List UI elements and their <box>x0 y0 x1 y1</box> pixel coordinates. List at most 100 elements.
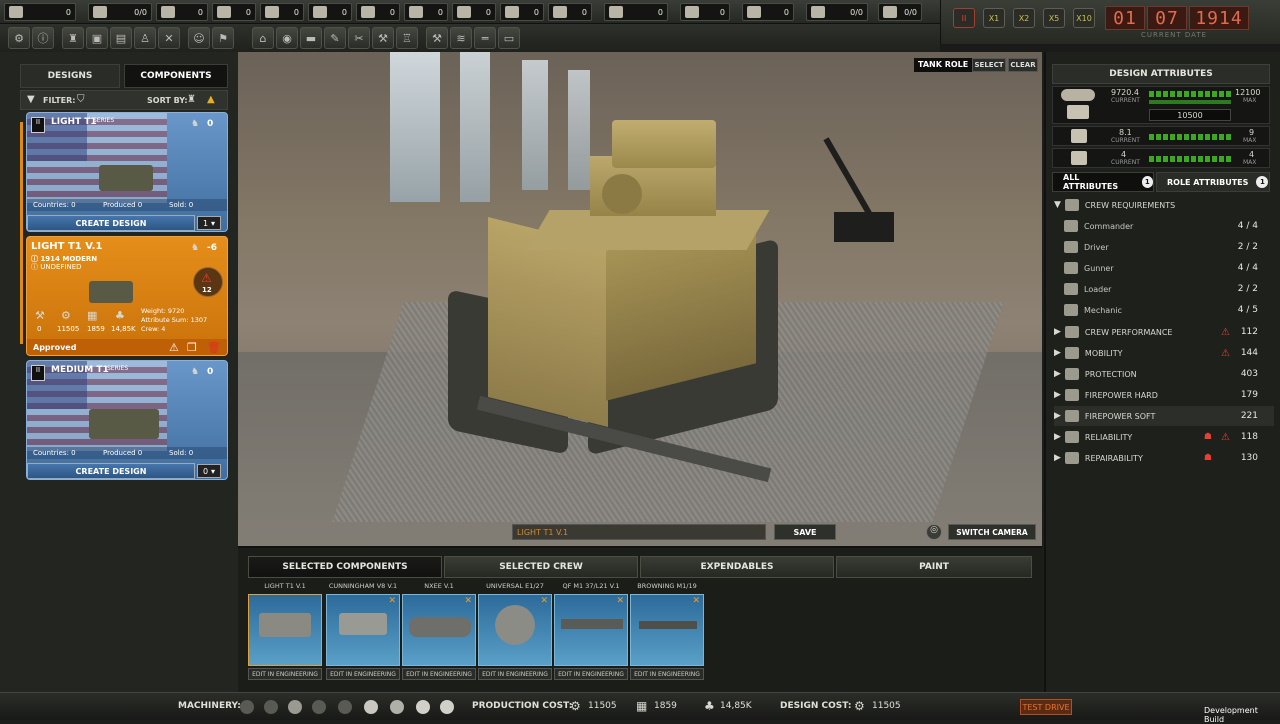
attribute-row-mobility[interactable]: ▶ MOBILITY ⚠ 144 <box>1054 343 1274 363</box>
row-value: 144 <box>1240 348 1258 358</box>
people-button[interactable]: ☺ <box>188 27 210 49</box>
warning-icon: ⚠ <box>1221 347 1230 359</box>
flag-button[interactable]: ⚑ <box>212 27 234 49</box>
layers-button[interactable]: ≋ <box>450 27 472 49</box>
speed-x2-button[interactable]: X2 <box>1013 8 1035 28</box>
factory-icon: ⌂ <box>259 31 267 45</box>
tools-button[interactable]: ✂ <box>348 27 370 49</box>
factory-tool-button[interactable]: ⌂ <box>252 27 274 49</box>
edit-in-engineering-button[interactable]: EDIT IN ENGINEERING <box>554 668 628 680</box>
hammer-button[interactable]: ⚒ <box>426 27 448 49</box>
edit-in-engineering-button[interactable]: EDIT IN ENGINEERING <box>478 668 552 680</box>
test-drive-button[interactable]: TEST DRIVE <box>1020 699 1072 715</box>
soldier-button[interactable]: ♙ <box>134 27 156 49</box>
footer-bar: MACHINERY: PRODUCTION COST: ⚙ 11505 ▦ 18… <box>0 692 1280 724</box>
collapse-triangle-icon[interactable]: ▼ <box>27 94 35 105</box>
info-button[interactable]: ⓘ <box>32 27 54 49</box>
attribute-sum-text: Attribute Sum: 1307 <box>141 316 208 324</box>
pause-button[interactable]: II <box>953 8 975 28</box>
attribute-row-reliability[interactable]: ▶ RELIABILITY ☗ ⚠ 118 <box>1054 427 1274 447</box>
tab-expendables[interactable]: EXPENDABLES <box>640 556 834 578</box>
weight-bar <box>1149 91 1231 97</box>
duplicate-icon[interactable]: ❐ <box>187 341 197 354</box>
swords-button[interactable]: ✕ <box>158 27 180 49</box>
create-design-button[interactable]: CREATE DESIGN <box>27 463 195 479</box>
wrench-tool-button[interactable]: ⚒ <box>372 27 394 49</box>
weight-icon <box>1061 89 1095 101</box>
switch-camera-button[interactable]: SWITCH CAMERA <box>948 524 1036 540</box>
component-machine-gun[interactable]: ✕ <box>630 594 704 666</box>
sort-tank-icon[interactable]: ♜ <box>187 94 196 105</box>
design-card-selected[interactable]: LIGHT T1 V.1 ♞ -6 ⓘ 1914 MODERN ⓘ UNDEFI… <box>26 236 228 356</box>
gunner-icon <box>1064 262 1078 274</box>
row-label: FIREPOWER SOFT <box>1084 411 1156 421</box>
trophy-button[interactable]: ♜ <box>62 27 84 49</box>
attribute-row-firepower-soft[interactable]: ▶ FIREPOWER SOFT 221 <box>1054 406 1274 426</box>
window <box>390 52 440 202</box>
briefcase-button[interactable]: ▣ <box>86 27 108 49</box>
tab-all-attributes[interactable]: ALL ATTRIBUTES 1 <box>1052 172 1154 192</box>
create-design-button[interactable]: CREATE DESIGN <box>27 215 195 231</box>
tower-button[interactable]: ♖ <box>396 27 418 49</box>
edit-in-engineering-button[interactable]: EDIT IN ENGINEERING <box>248 668 322 680</box>
globe-button[interactable]: ◉ <box>276 27 298 49</box>
tank-3d-viewport[interactable]: TANK ROLE SELECT CLEAR SAVE ◎ SWITCH CAM… <box>238 52 1042 546</box>
role-select-button[interactable]: SELECT <box>972 58 1006 72</box>
camera-icon[interactable]: ◎ <box>926 524 942 540</box>
tab-selected-crew[interactable]: SELECTED CREW <box>444 556 638 578</box>
tab-designs[interactable]: DESIGNS <box>20 64 120 88</box>
edit-in-engineering-button[interactable]: EDIT IN ENGINEERING <box>326 668 400 680</box>
swords-icon: ✕ <box>164 31 174 45</box>
design-name-input[interactable] <box>512 524 766 540</box>
expand-triangle-icon: ▶ <box>1054 348 1061 358</box>
filter-icon[interactable]: ⛉ <box>77 94 85 105</box>
max-label: MAX <box>1243 159 1257 166</box>
design-card[interactable]: II MEDIUM T1 SERIES ♞ 0 Countries: 0 Pro… <box>26 360 228 480</box>
design-card[interactable]: II LIGHT T1 SERIES ♞ 0 Countries: 0 Prod… <box>26 112 228 232</box>
attribute-row-repairability[interactable]: ▶ REPAIRABILITY ☗ 130 <box>1054 448 1274 468</box>
component-turret[interactable]: ✕ <box>478 594 552 666</box>
tank-button[interactable]: ▬ <box>300 27 322 49</box>
pen-button[interactable]: ✎ <box>324 27 346 49</box>
edit-in-engineering-button[interactable]: EDIT IN ENGINEERING <box>630 668 704 680</box>
settings-button[interactable]: ⚙ <box>8 27 30 49</box>
row-label: Mechanic <box>1084 305 1122 315</box>
delete-icon[interactable]: 🗑 <box>207 341 221 354</box>
firepower-hard-icon <box>1064 389 1079 401</box>
rifle-button[interactable]: ═ <box>474 27 496 49</box>
tools-icon: ✂ <box>354 31 364 45</box>
speed-x10-button[interactable]: X10 <box>1073 8 1095 28</box>
chevron-down-icon: ▾ <box>211 218 216 228</box>
component-engine[interactable]: ✕ <box>326 594 400 666</box>
tab-paint[interactable]: PAINT <box>836 556 1032 578</box>
crew-space-attribute: 8.1 CURRENT 9 MAX <box>1052 126 1270 146</box>
tab-components[interactable]: COMPONENTS <box>124 64 228 88</box>
save-button[interactable]: SAVE <box>774 524 836 540</box>
tank-icon: ▬ <box>305 31 317 45</box>
design-count-dropdown[interactable]: 0 ▾ <box>197 464 221 478</box>
crew-requirements-header[interactable]: ▼ CREW REQUIREMENTS <box>1054 195 1274 215</box>
edit-in-engineering-button[interactable]: EDIT IN ENGINEERING <box>402 668 476 680</box>
gun-icon <box>561 619 623 629</box>
design-count-dropdown[interactable]: 1 ▾ <box>197 216 221 230</box>
shield-icon <box>1064 368 1079 380</box>
role-clear-button[interactable]: CLEAR <box>1008 58 1038 72</box>
component-suspension[interactable]: ✕ <box>402 594 476 666</box>
gun-button[interactable]: ▭ <box>498 27 520 49</box>
speed-x5-button[interactable]: X5 <box>1043 8 1065 28</box>
component-main-gun[interactable]: ✕ <box>554 594 628 666</box>
sort-direction-icon[interactable]: ▲ <box>207 94 215 105</box>
stat-steel: 1859 <box>87 325 105 333</box>
crew-icon: ♞ <box>191 243 200 253</box>
attribute-row-firepower-hard[interactable]: ▶ FIREPOWER HARD 179 <box>1054 385 1274 405</box>
warning-icon[interactable]: ⚠ <box>169 341 179 354</box>
component-hull[interactable] <box>248 594 322 666</box>
steel-cost-value: 1859 <box>654 701 677 711</box>
speed-x1-button[interactable]: X1 <box>983 8 1005 28</box>
tab-selected-components[interactable]: SELECTED COMPONENTS <box>248 556 442 578</box>
tab-role-attributes[interactable]: ROLE ATTRIBUTES 1 <box>1156 172 1270 192</box>
row-value: 2 / 2 <box>1237 242 1258 252</box>
document-button[interactable]: ▤ <box>110 27 132 49</box>
attribute-row-crew-performance[interactable]: ▶ CREW PERFORMANCE ⚠ 112 <box>1054 322 1274 342</box>
attribute-row-protection[interactable]: ▶ PROTECTION 403 <box>1054 364 1274 384</box>
